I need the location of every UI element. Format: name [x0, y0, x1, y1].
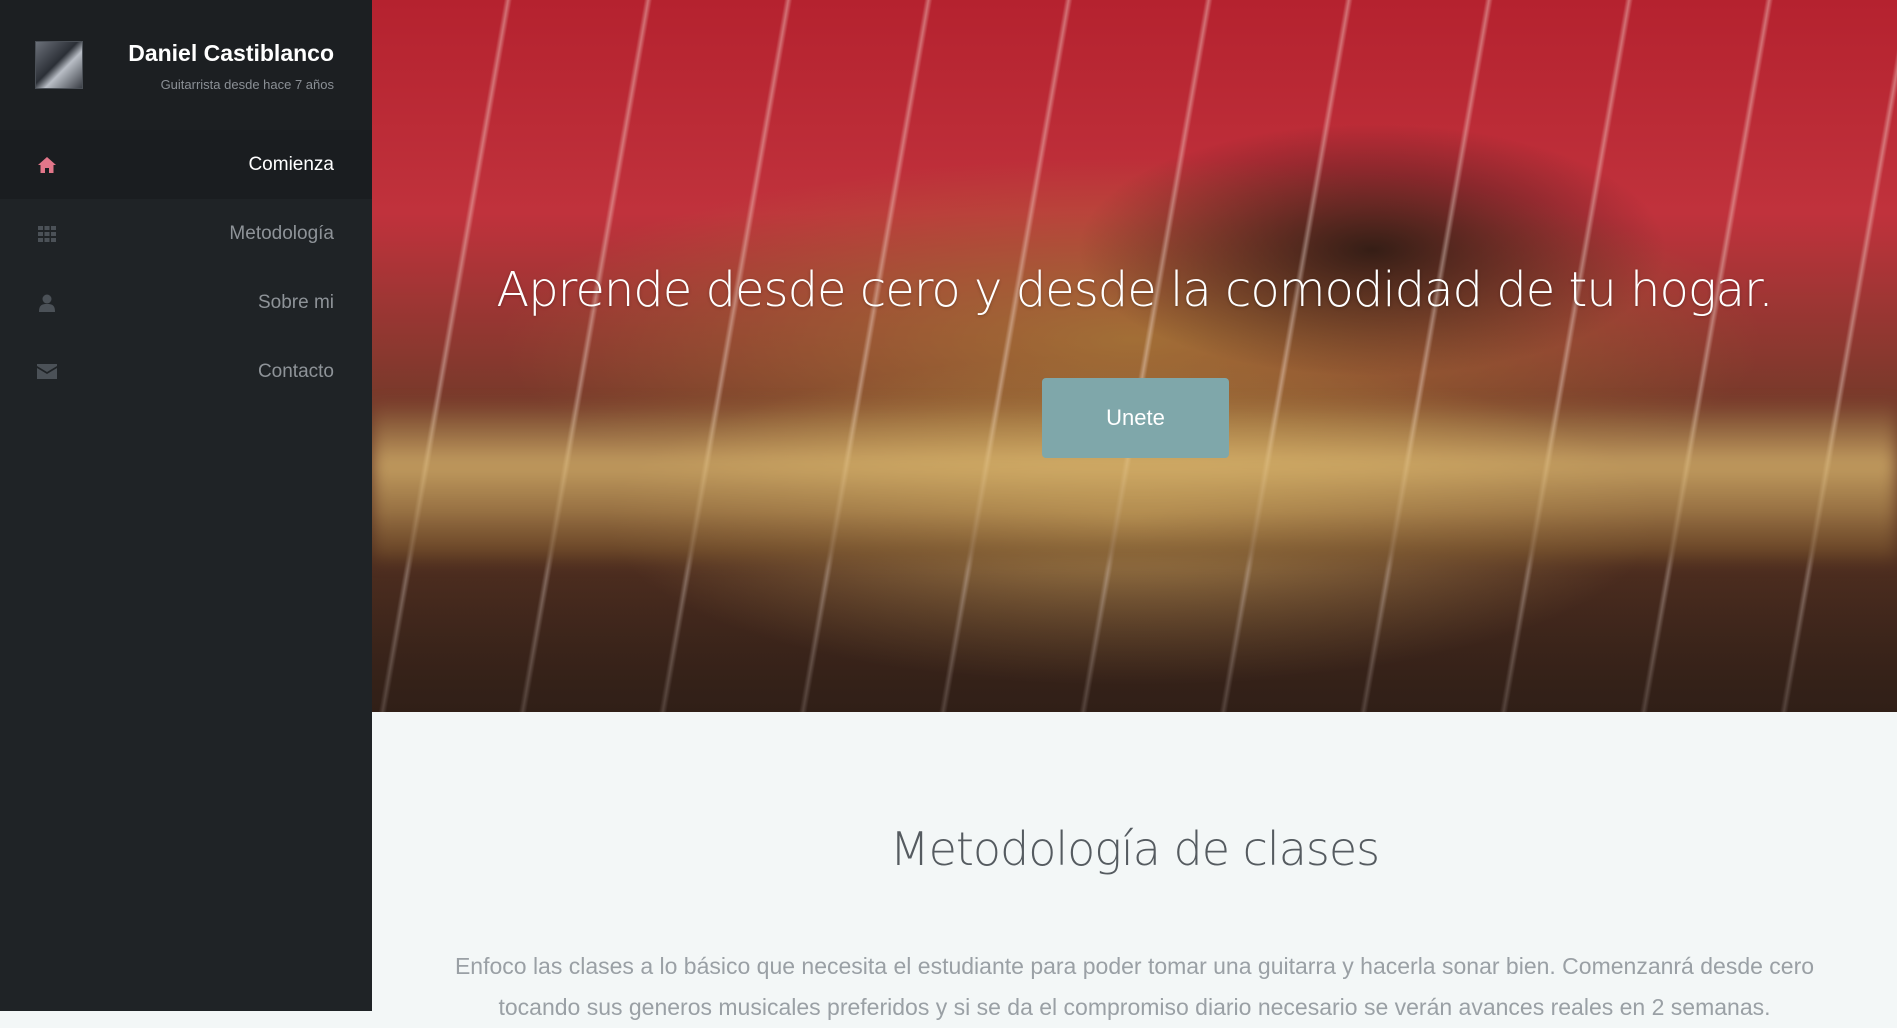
user-icon: [36, 292, 58, 314]
nav-item-label: Sobre mi: [257, 291, 334, 313]
hero-title: Aprende desde cero y desde la comodidad …: [496, 262, 1773, 318]
avatar[interactable]: [35, 41, 83, 89]
nav-item-label: Comienza: [248, 153, 334, 175]
section-text: Enfoco las clases a lo básico que necesi…: [454, 953, 1815, 1020]
nav-item-label: Metodología: [229, 222, 334, 244]
section-title: Metodología de clases: [889, 822, 1380, 876]
nav-item-comienza[interactable]: Comienza: [0, 130, 372, 199]
nav-item-contacto[interactable]: Contacto: [0, 337, 372, 406]
nav-item-label: Contacto: [257, 360, 334, 382]
hero-banner: Aprende desde cero y desde la comodidad …: [372, 0, 1897, 712]
nav-item-sobre-mi[interactable]: Sobre mi: [0, 268, 372, 337]
grid-icon: [36, 223, 58, 245]
profile-name: Daniel Castiblanco: [128, 40, 334, 66]
join-button[interactable]: Unete: [1042, 378, 1229, 458]
profile-header: Daniel Castiblanco Guitarrista desde hac…: [0, 0, 372, 130]
nav-item-metodologia[interactable]: Metodología: [0, 199, 372, 268]
envelope-icon: [36, 361, 58, 383]
home-icon: [36, 154, 58, 176]
sidebar: Daniel Castiblanco Guitarrista desde hac…: [0, 0, 372, 1011]
sidebar-nav: Comienza Metodología Sobre mi Contacto: [0, 130, 372, 406]
profile-subtitle: Guitarrista desde hace 7 años: [160, 77, 334, 92]
methodology-section: Metodología de clases Enfoco las clases …: [372, 712, 1897, 1020]
